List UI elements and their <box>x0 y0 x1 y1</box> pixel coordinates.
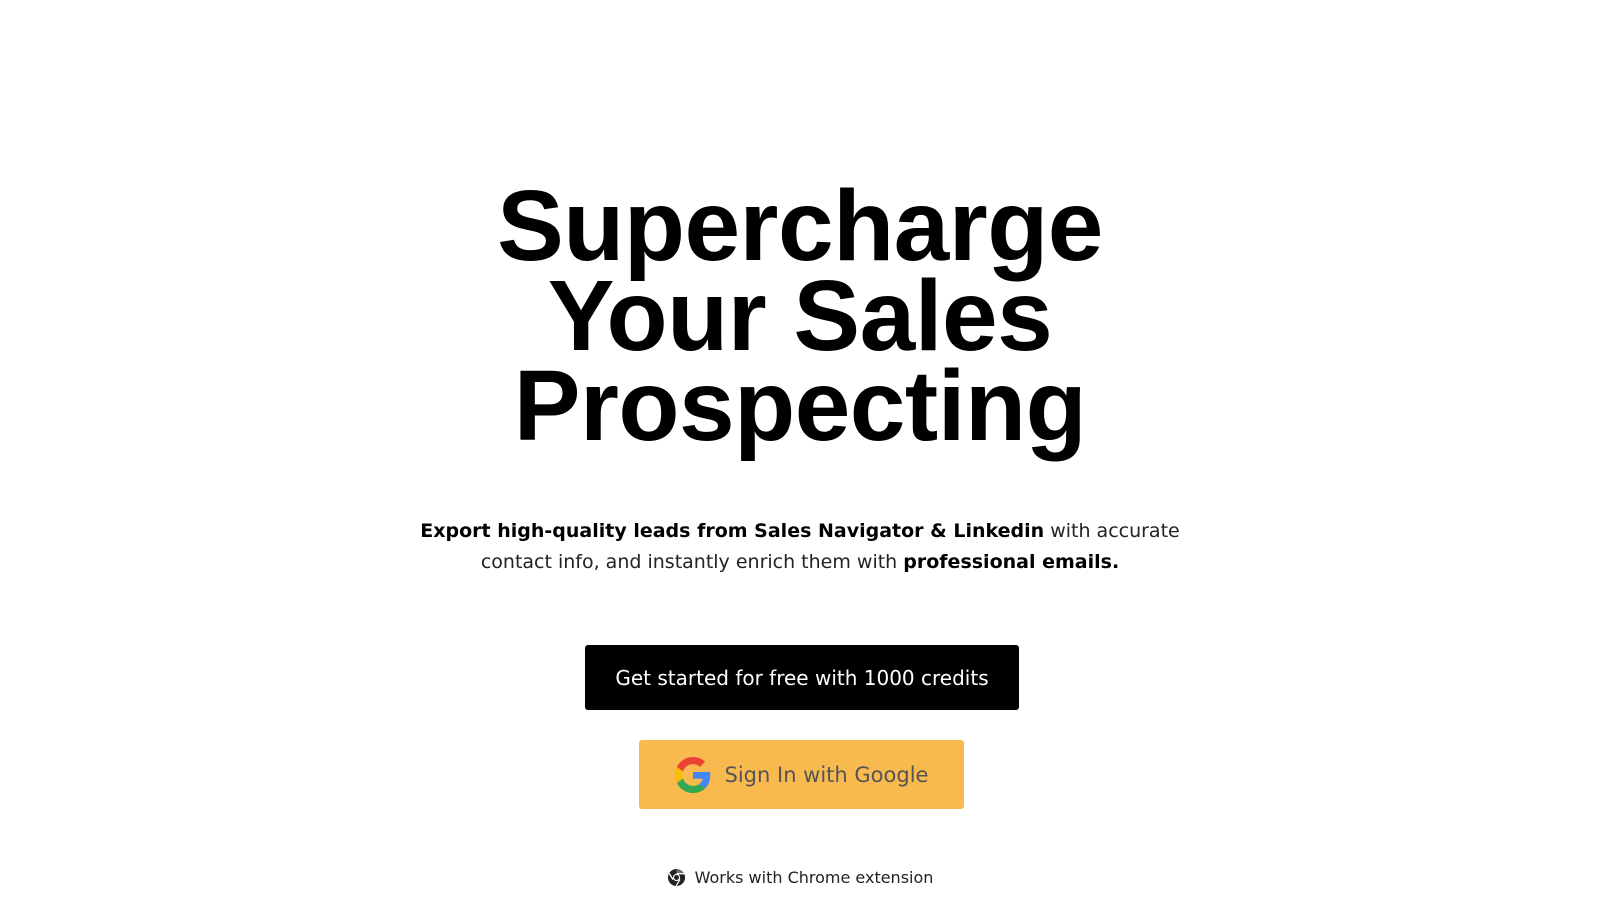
chrome-icon <box>667 868 686 887</box>
google-signin-label: Sign In with Google <box>724 762 929 787</box>
hero-title-line-2: Your Sales <box>547 260 1053 372</box>
hero-title-line-3: Prospecting <box>513 350 1087 462</box>
get-started-button-label: Get started for free with 1000 credits <box>615 665 989 690</box>
google-g-icon <box>674 756 711 793</box>
hero-title: Supercharge Your Sales Prospecting <box>0 170 1600 462</box>
landing-page: Supercharge Your Sales Prospecting Expor… <box>0 0 1600 900</box>
hero-subtitle: Export high-quality leads from Sales Nav… <box>400 516 1200 578</box>
subtitle-bold-lead: Export high-quality leads from Sales Nav… <box>420 520 1045 542</box>
hero-title-line-1: Supercharge <box>497 170 1103 282</box>
subtitle-bold-end: professional emails. <box>903 551 1120 573</box>
google-signin-button[interactable]: Sign In with Google <box>639 740 964 809</box>
get-started-button[interactable]: Get started for free with 1000 credits <box>585 645 1019 710</box>
chrome-extension-text: Works with Chrome extension <box>694 868 934 887</box>
chrome-extension-note: Works with Chrome extension <box>0 868 1600 887</box>
